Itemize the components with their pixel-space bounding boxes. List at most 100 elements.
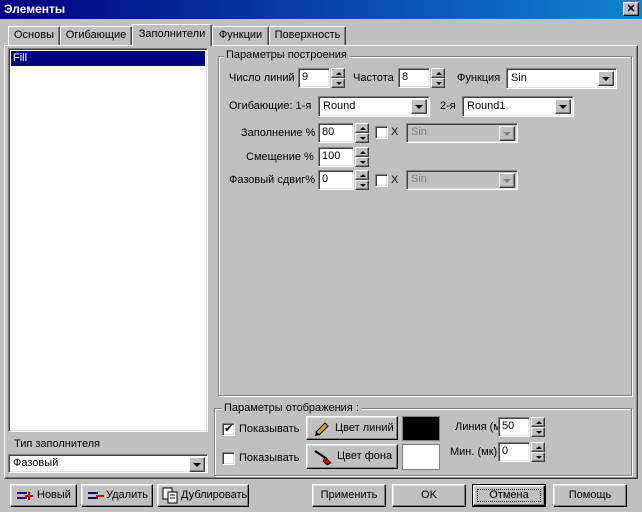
tab-osnovy[interactable]: Основы xyxy=(8,26,60,45)
line-count-label: Число линий xyxy=(229,72,295,84)
function-label: Функция xyxy=(457,72,501,84)
fill-percent-input[interactable]: 80 xyxy=(318,123,354,143)
min-width-label: Мин. (мк) xyxy=(450,446,498,458)
copy-icon xyxy=(162,487,178,504)
chevron-down-icon[interactable] xyxy=(499,126,515,141)
spin-down-icon[interactable] xyxy=(355,157,369,167)
offset-stepper[interactable] xyxy=(355,147,369,167)
fill-percent-stepper[interactable] xyxy=(355,123,369,143)
min-width-input[interactable]: 0 xyxy=(498,442,530,462)
envelope2-select[interactable]: Round1 xyxy=(462,96,574,117)
list-item[interactable]: Fill xyxy=(11,51,205,66)
delete-label: Удалить xyxy=(106,489,148,501)
line-count-value: 9 xyxy=(302,71,309,83)
line-color-label: Цвет линий xyxy=(335,422,394,434)
tab-surface[interactable]: Поверхность xyxy=(269,26,346,45)
ok-label: OK xyxy=(421,489,437,501)
offset-input[interactable]: 100 xyxy=(318,147,354,167)
tab-label: Функции xyxy=(218,29,263,41)
cancel-label: Отмена xyxy=(489,489,529,501)
background-color-swatch xyxy=(402,444,440,470)
frequency-label: Частота xyxy=(353,72,394,84)
show-background-checkbox[interactable] xyxy=(222,452,235,465)
ok-button[interactable]: OK xyxy=(392,484,466,507)
spin-down-icon[interactable] xyxy=(531,452,545,462)
window-title: Элементы xyxy=(4,2,66,16)
line-width-input[interactable]: 50 xyxy=(498,417,530,437)
phase-x-function-value: Sin xyxy=(411,173,427,185)
line-width-stepper[interactable] xyxy=(531,417,545,437)
fill-percent-label: Заполнение % xyxy=(241,127,316,139)
duplicate-button[interactable]: Дублировать xyxy=(157,484,249,507)
filler-type-select[interactable]: Фазовый xyxy=(8,454,208,473)
phase-x-function-select[interactable]: Sin xyxy=(406,170,518,190)
line-color-swatch xyxy=(402,416,440,441)
spin-up-icon[interactable] xyxy=(431,68,445,78)
phase-x-checkbox[interactable] xyxy=(375,174,388,187)
show-background-label: Показывать xyxy=(239,452,300,464)
line-color-button[interactable]: Цвет линий xyxy=(306,416,398,440)
close-button[interactable]: ✕ xyxy=(623,2,639,16)
phase-shift-stepper[interactable] xyxy=(355,170,369,190)
tab-label: Заполнители xyxy=(138,28,206,40)
phase-x-label: X xyxy=(391,174,399,186)
chevron-down-icon[interactable] xyxy=(189,457,205,472)
build-params-title: Параметры построения xyxy=(224,49,349,62)
spin-up-icon[interactable] xyxy=(331,68,345,78)
phase-shift-input[interactable]: 0 xyxy=(318,170,354,190)
frequency-stepper[interactable] xyxy=(431,68,445,88)
close-icon: ✕ xyxy=(626,3,636,15)
spin-down-icon[interactable] xyxy=(431,78,445,88)
spin-up-icon[interactable] xyxy=(355,170,369,180)
spin-up-icon[interactable] xyxy=(355,147,369,157)
tab-label: Огибающие xyxy=(65,29,127,41)
line-width-value: 50 xyxy=(502,420,515,432)
spin-up-icon[interactable] xyxy=(531,417,545,427)
envelope1-value: Round xyxy=(323,100,356,112)
spin-down-icon[interactable] xyxy=(531,427,545,437)
apply-button[interactable]: Применить xyxy=(312,484,386,507)
delete-button[interactable]: Удалить xyxy=(81,484,153,507)
background-color-button[interactable]: Цвет фона xyxy=(306,444,398,469)
tab-envelopes[interactable]: Огибающие xyxy=(60,26,132,45)
title-bar: Элементы xyxy=(0,0,642,19)
add-icon xyxy=(17,492,33,500)
filler-type-label: Тип заполнителя xyxy=(14,438,101,450)
function-select[interactable]: Sin xyxy=(506,68,617,89)
tab-fillers[interactable]: Заполнители xyxy=(132,24,212,46)
spin-up-icon[interactable] xyxy=(355,123,369,133)
fill-percent-value: 80 xyxy=(322,126,335,138)
duplicate-label: Дублировать xyxy=(181,489,248,501)
remove-icon xyxy=(88,492,104,499)
new-button[interactable]: Новый xyxy=(10,484,77,507)
frequency-input[interactable]: 8 xyxy=(398,68,430,88)
min-width-stepper[interactable] xyxy=(531,442,545,462)
spin-down-icon[interactable] xyxy=(331,78,345,88)
line-count-input[interactable]: 9 xyxy=(298,68,330,88)
spin-down-icon[interactable] xyxy=(355,180,369,190)
offset-value: 100 xyxy=(322,150,341,162)
help-button[interactable]: Помощь xyxy=(553,484,627,507)
chevron-down-icon[interactable] xyxy=(411,99,427,114)
spin-down-icon[interactable] xyxy=(355,133,369,143)
fill-x-function-select[interactable]: Sin xyxy=(406,123,518,143)
spin-up-icon[interactable] xyxy=(531,442,545,452)
phase-shift-label: Фазовый сдвиг% xyxy=(229,174,316,186)
background-color-label: Цвет фона xyxy=(337,450,393,462)
fill-x-function-value: Sin xyxy=(411,126,427,138)
filler-type-value: Фазовый xyxy=(13,457,59,469)
fill-x-checkbox[interactable] xyxy=(375,126,388,139)
show-lines-checkbox[interactable] xyxy=(222,422,235,436)
chevron-down-icon[interactable] xyxy=(598,71,614,86)
function-value: Sin xyxy=(511,72,527,84)
new-label: Новый xyxy=(37,489,71,501)
fill-listbox[interactable]: Fill xyxy=(8,48,208,432)
pencil-icon xyxy=(315,422,329,436)
display-params-title: Параметры отображения : xyxy=(222,402,361,415)
chevron-down-icon[interactable] xyxy=(555,99,571,114)
line-count-stepper[interactable] xyxy=(331,68,345,88)
envelope1-select[interactable]: Round xyxy=(318,96,430,117)
cancel-button[interactable]: Отмена xyxy=(472,484,546,507)
tab-functions[interactable]: Функции xyxy=(212,26,269,45)
chevron-down-icon[interactable] xyxy=(499,173,515,188)
